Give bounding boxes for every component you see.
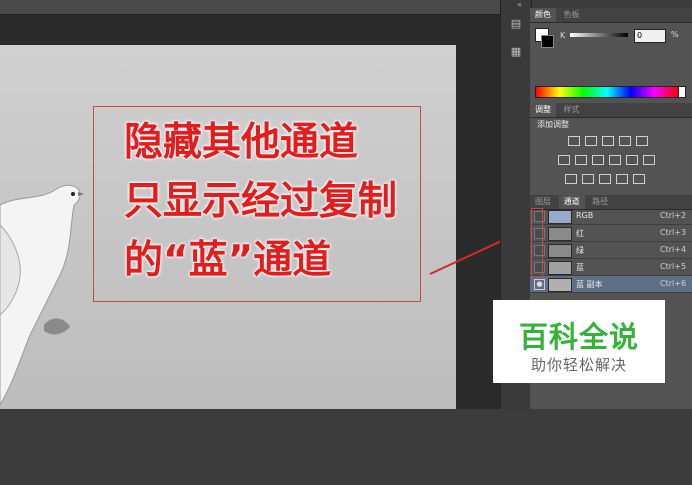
channel-thumbnail [548,227,572,241]
vibrance-icon[interactable] [636,136,648,146]
channel-thumbnail [548,244,572,258]
annotation-line-3: 的“蓝”通道 [124,238,332,283]
channel-name: 蓝 [576,263,584,272]
document-tab-bar [0,0,500,15]
hue-saturation-icon[interactable] [558,155,570,165]
k-slider[interactable] [570,33,628,37]
annotation-callout: 隐藏其他通道 只显示经过复制 的“蓝”通道 [93,106,421,302]
channel-row-green[interactable]: 绿 Ctrl+4 [530,242,692,259]
channel-thumbnail [548,261,572,275]
gradient-map-icon[interactable] [616,174,628,184]
eye-icon[interactable]: ● [534,279,545,290]
watermark-title: 百科全说 [518,320,639,354]
image-canvas[interactable]: 隐藏其他通道 只显示经过复制 的“蓝”通道 [0,45,456,409]
tab-color[interactable]: 颜色 [530,8,556,22]
channel-row-rgb[interactable]: RGB Ctrl+2 [530,208,692,225]
channel-mixer-icon[interactable] [626,155,638,165]
photo-filter-icon[interactable] [609,155,621,165]
color-panel: 颜色 色板 K 0 % [530,8,692,103]
adjustments-panel-tabs: 调整 样式 [530,103,692,118]
threshold-icon[interactable] [599,174,611,184]
channel-shortcut: Ctrl+3 [660,228,687,237]
tab-channels[interactable]: 通道 [558,195,585,209]
color-panel-tabs: 颜色 色板 [530,8,692,23]
levels-icon[interactable] [585,136,597,146]
spectrum-white-end[interactable] [678,86,686,98]
hidden-channels-highlight [531,208,543,277]
tab-adjustments[interactable]: 调整 [530,103,556,117]
k-value-field[interactable]: 0 [634,29,666,43]
dove-image [0,184,84,406]
color-spectrum-bar[interactable] [535,86,679,98]
adjustments-panel: 调整 样式 添加调整 [530,103,692,195]
collapse-panels-icon[interactable]: « [517,0,522,9]
black-white-icon[interactable] [592,155,604,165]
k-channel-label: K [560,31,566,40]
background-swatch[interactable] [541,35,554,48]
channel-thumbnail [548,210,572,224]
channel-row-blue[interactable]: 蓝 Ctrl+5 [530,259,692,276]
channel-shortcut: Ctrl+6 [660,279,687,288]
tab-layers[interactable]: 图层 [530,195,556,209]
tab-paths[interactable]: 路径 [587,195,613,209]
channel-name: 红 [576,229,584,238]
channel-shortcut: Ctrl+2 [660,211,687,220]
history-icon[interactable]: ▤ [507,16,525,32]
curves-icon[interactable] [602,136,614,146]
channel-name: 蓝 副本 [576,280,603,289]
channel-row-blue-copy[interactable]: ● 蓝 副本 Ctrl+6 [530,276,692,293]
channel-name: RGB [576,211,594,220]
invert-icon[interactable] [565,174,577,184]
document-stage: 隐藏其他通道 只显示经过复制 的“蓝”通道 [0,0,528,409]
color-lookup-icon[interactable] [643,155,655,165]
channel-thumbnail [548,278,572,292]
watermark-subtitle: 助你轻松解决 [530,356,627,374]
selective-color-icon[interactable] [633,174,645,184]
color-balance-icon[interactable] [575,155,587,165]
tab-swatches[interactable]: 色板 [559,8,585,22]
tab-styles[interactable]: 样式 [559,103,585,117]
k-value: 0 [637,31,643,40]
add-adjustment-label: 添加调整 [537,120,569,129]
annotation-line-1: 隐藏其他通道 [124,120,359,165]
channel-shortcut: Ctrl+4 [660,245,687,254]
channel-name: 绿 [576,246,584,255]
annotation-line-2: 只显示经过复制 [124,179,398,224]
watermark-logo: 百科全说 助你轻松解决 [493,300,665,383]
exposure-icon[interactable] [619,136,631,146]
properties-icon[interactable]: ▦ [507,44,525,60]
k-unit: % [671,30,679,39]
channel-row-red[interactable]: 红 Ctrl+3 [530,225,692,242]
brightness-contrast-icon[interactable] [568,136,580,146]
channel-shortcut: Ctrl+5 [660,262,687,271]
posterize-icon[interactable] [582,174,594,184]
